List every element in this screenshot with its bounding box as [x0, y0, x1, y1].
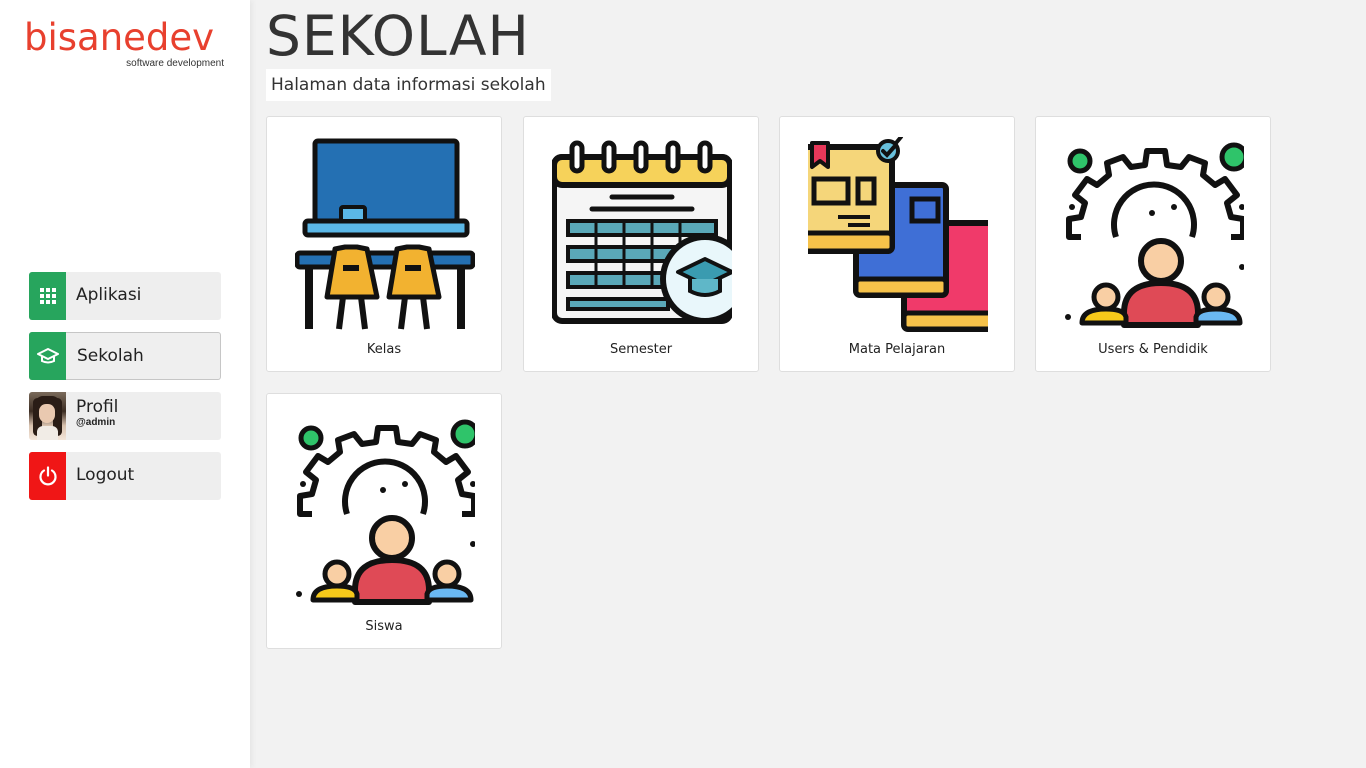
avatar: [29, 392, 66, 440]
students-gear-icon: [296, 419, 475, 605]
calendar-icon: [552, 140, 732, 324]
card-label: Mata Pelajaran: [848, 342, 946, 357]
sidebar: bisanedev software development Aplikasi: [0, 0, 250, 768]
sidebar-item-profil[interactable]: Profil @admin: [29, 392, 221, 440]
card-siswa[interactable]: Siswa: [266, 393, 502, 649]
card-mata-pelajaran[interactable]: Mata Pelajaran: [779, 116, 1015, 372]
users-gear-icon: [1065, 142, 1244, 328]
brand-tagline: software development: [126, 58, 224, 69]
grid-icon: [29, 272, 66, 320]
sidebar-item-label: Profil: [76, 397, 119, 417]
sidebar-item-label: Aplikasi: [76, 285, 142, 305]
sidebar-item-logout[interactable]: Logout: [29, 452, 221, 500]
books-icon: [808, 137, 988, 332]
brand-logo[interactable]: bisanedev software development: [24, 18, 226, 74]
card-label: Users & Pendidik: [1098, 342, 1208, 357]
power-icon: [29, 452, 66, 500]
brand-name: bisanedev: [24, 16, 215, 59]
page-subtitle: Halaman data informasi sekolah: [266, 69, 551, 101]
card-label: Siswa: [365, 619, 403, 634]
sidebar-item-sekolah[interactable]: Sekolah: [29, 332, 221, 380]
card-label: Semester: [609, 342, 673, 357]
card-semester[interactable]: Semester: [523, 116, 759, 372]
sidebar-item-label: Sekolah: [77, 346, 144, 366]
classroom-icon: [295, 138, 475, 330]
card-kelas[interactable]: Kelas: [266, 116, 502, 372]
sidebar-item-aplikasi[interactable]: Aplikasi: [29, 272, 221, 320]
profile-username: @admin: [76, 417, 116, 428]
card-users-pendidik[interactable]: Users & Pendidik: [1035, 116, 1271, 372]
card-label: Kelas: [366, 342, 402, 357]
sidebar-menu: Aplikasi Sekolah Profil @admin Logout: [29, 272, 221, 512]
page-title: SEKOLAH: [266, 4, 530, 68]
sidebar-item-label: Logout: [76, 465, 135, 485]
graduation-cap-icon: [29, 332, 66, 380]
